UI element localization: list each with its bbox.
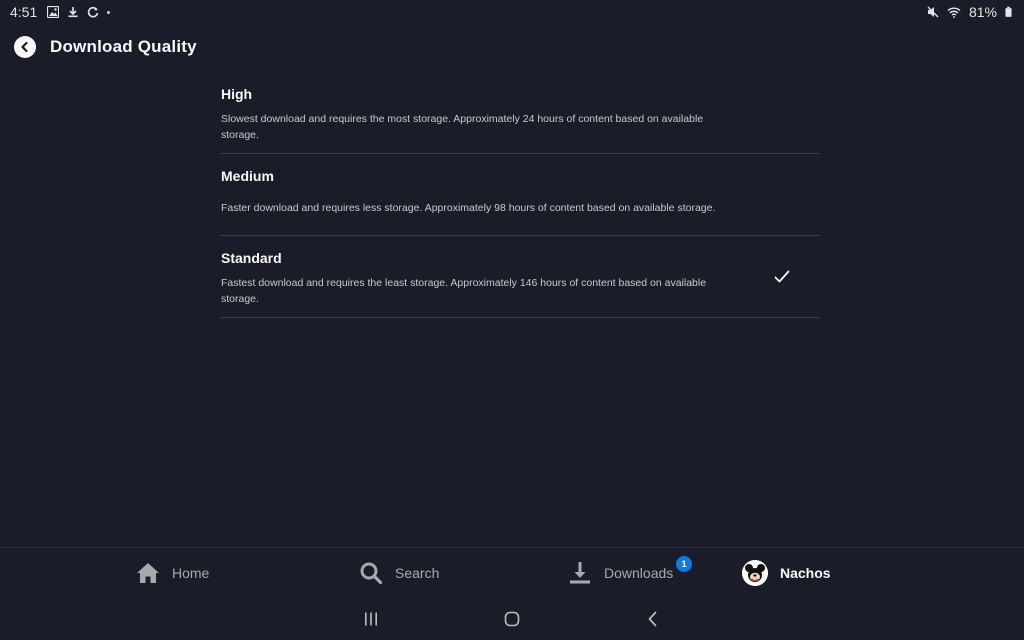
avatar	[742, 560, 768, 586]
gallery-icon	[47, 6, 60, 18]
mute-icon	[927, 6, 939, 18]
nav-home[interactable]: Home	[136, 560, 209, 586]
download-icon	[68, 7, 78, 18]
nav-search-label: Search	[395, 565, 440, 581]
nav-downloads[interactable]: Downloads 1	[568, 556, 692, 586]
option-high[interactable]: High Slowest download and requires the m…	[220, 72, 820, 154]
status-time: 4:51	[10, 4, 38, 20]
status-left: 4:51	[10, 4, 111, 20]
option-description: Faster download and requires less storag…	[221, 202, 716, 214]
option-title: Medium	[221, 168, 274, 184]
header: Download Quality	[14, 35, 197, 59]
system-back-icon[interactable]	[643, 609, 663, 629]
search-icon	[360, 562, 383, 585]
home-icon	[137, 563, 159, 583]
system-home-icon[interactable]	[502, 609, 522, 629]
back-arrow-icon	[21, 41, 28, 53]
downloads-badge: 1	[676, 556, 692, 572]
status-bar: 4:51 81%	[0, 0, 1024, 24]
battery-icon	[1005, 6, 1012, 17]
quality-options-list: High Slowest download and requires the m…	[220, 72, 820, 318]
option-medium[interactable]: Medium Faster download and requires less…	[220, 154, 820, 236]
battery-percent: 81%	[968, 4, 997, 20]
nav-home-label: Home	[172, 565, 210, 581]
option-description: Slowest download and requires the most s…	[221, 113, 704, 141]
checkmark-icon	[774, 270, 790, 283]
recents-icon[interactable]	[361, 609, 381, 629]
option-title: Standard	[221, 250, 282, 266]
option-standard[interactable]: Standard Fastest download and requires t…	[220, 236, 820, 318]
system-nav-bar	[0, 600, 1024, 640]
back-button[interactable]	[14, 36, 36, 58]
download-icon	[570, 562, 590, 584]
nav-search[interactable]: Search	[359, 560, 439, 586]
bottom-nav: Home Search Downloads 1 Nachos	[0, 547, 1024, 599]
screen: 4:51 81% Download Quality High Slowest d…	[0, 0, 1024, 640]
notification-dot	[107, 10, 111, 14]
option-description: Fastest download and requires the least …	[221, 277, 707, 305]
nav-profile[interactable]: Nachos	[742, 560, 831, 586]
option-title: High	[221, 86, 253, 102]
page-title: Download Quality	[50, 37, 197, 56]
nav-downloads-label: Downloads	[604, 565, 674, 581]
wifi-icon	[947, 7, 961, 18]
status-right: 81%	[927, 4, 1012, 20]
nav-profile-label: Nachos	[780, 565, 831, 581]
sync-icon	[88, 6, 99, 18]
